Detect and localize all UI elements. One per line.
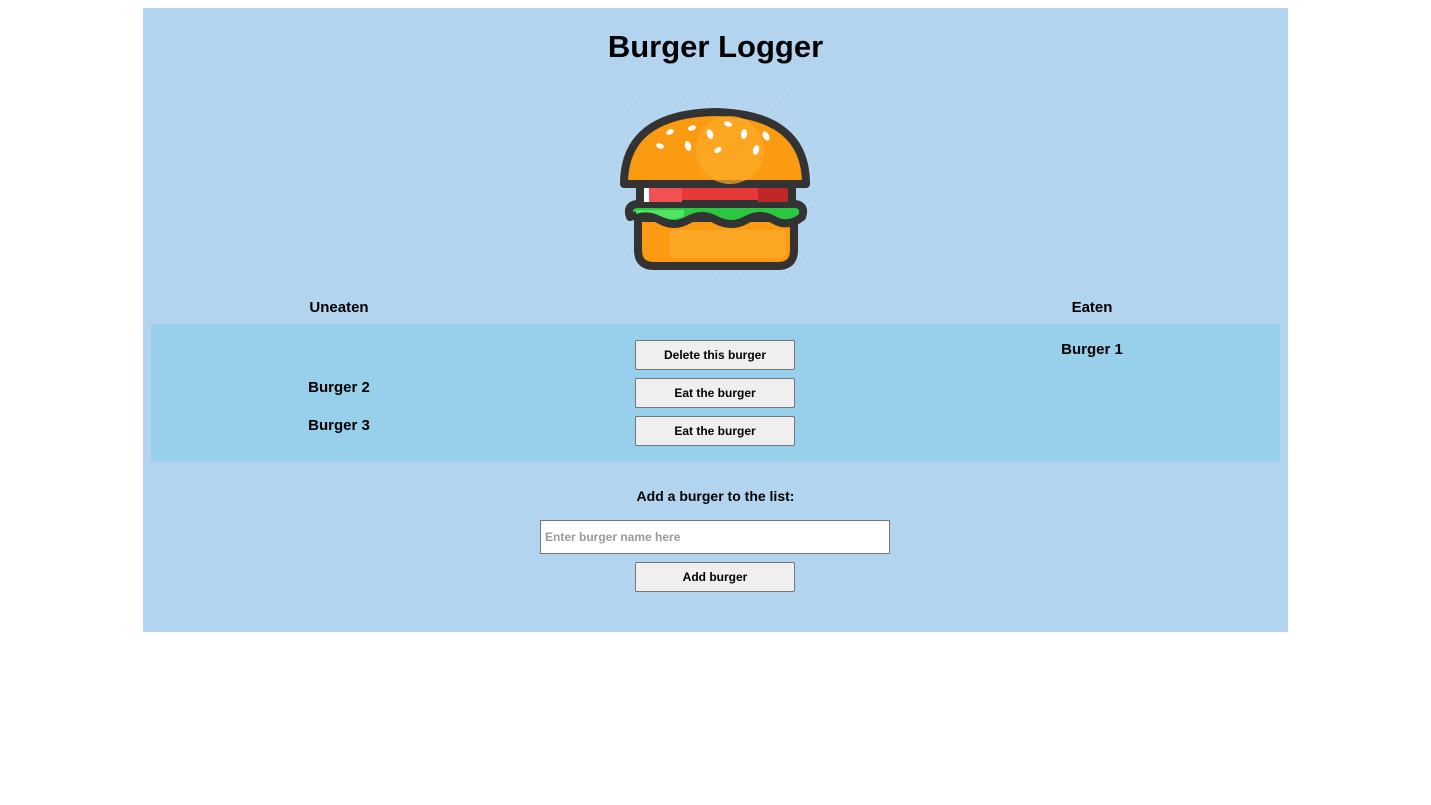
eaten-heading: Eaten <box>1071 299 1113 316</box>
add-burger-label: Add a burger to the list: <box>636 488 795 504</box>
eat-burger-button[interactable]: Eat the burger <box>635 378 795 408</box>
add-burger-button[interactable]: Add burger <box>635 562 795 592</box>
burger-name-input[interactable] <box>540 520 890 554</box>
uneaten-burger-name: Burger 3 <box>308 417 370 434</box>
uneaten-burger-name: Burger 2 <box>308 379 370 396</box>
burger-icon <box>618 90 813 285</box>
uneaten-heading: Uneaten <box>309 299 369 316</box>
page-title: Burger Logger <box>607 29 824 64</box>
eaten-burger-name: Burger 1 <box>1061 341 1123 358</box>
burger-list: Burger 1 Delete this burger Burger 2 Eat… <box>151 324 1280 462</box>
eat-burger-button[interactable]: Eat the burger <box>635 416 795 446</box>
delete-burger-button[interactable]: Delete this burger <box>635 340 795 370</box>
app-container: Burger Logger Uneaten Eaten Burger 1 Del… <box>143 8 1288 632</box>
